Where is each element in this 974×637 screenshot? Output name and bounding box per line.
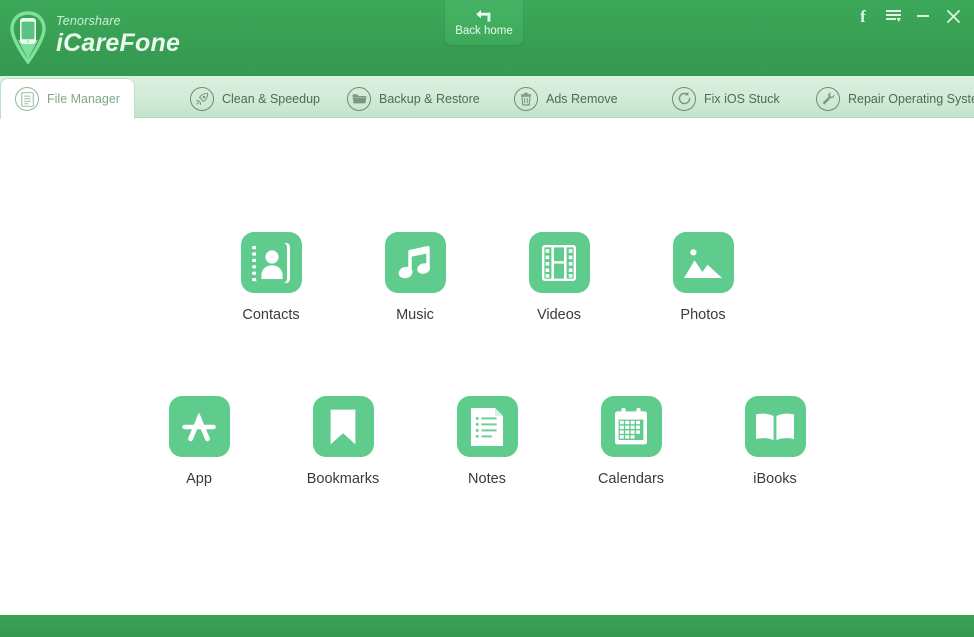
brand-name: iCareFone	[56, 29, 180, 58]
trash-icon	[514, 87, 538, 111]
category-app[interactable]: App	[169, 396, 230, 488]
tab-label: File Manager	[47, 92, 120, 106]
open-book-icon	[745, 396, 806, 457]
title-bar: Tenorshare iCareFone Back home f	[0, 0, 974, 76]
back-arrow-icon	[474, 7, 494, 24]
category-label: Music	[396, 307, 434, 324]
brand-text: Tenorshare iCareFone	[56, 14, 180, 60]
tab-label: Ads Remove	[546, 92, 618, 106]
close-button[interactable]	[938, 3, 968, 29]
tab-label: Fix iOS Stuck	[704, 92, 780, 106]
app-store-icon	[169, 396, 230, 457]
category-label: Contacts	[242, 307, 299, 324]
back-home-label: Back home	[455, 25, 513, 38]
tab-fix-ios-stuck[interactable]: Fix iOS Stuck	[658, 79, 794, 118]
back-home-button[interactable]: Back home	[445, 0, 523, 45]
music-note-icon	[385, 232, 446, 293]
brand-logo: Tenorshare iCareFone	[8, 10, 180, 64]
category-calendars[interactable]: Calendars	[601, 396, 662, 488]
tab-ads-remove[interactable]: Ads Remove	[500, 79, 632, 118]
category-videos[interactable]: Videos	[529, 232, 590, 324]
tab-backup-restore[interactable]: Backup & Restore	[333, 79, 494, 118]
hamburger-menu-icon	[886, 9, 901, 23]
facebook-icon: f	[860, 8, 866, 25]
category-label: Calendars	[598, 471, 664, 488]
brand-subtitle: Tenorshare	[56, 14, 180, 29]
category-contacts[interactable]: Contacts	[241, 232, 302, 324]
category-label: Photos	[680, 307, 725, 324]
category-bookmarks[interactable]: Bookmarks	[313, 396, 374, 488]
category-row-1: Contacts Music	[0, 232, 974, 324]
tab-label: Clean & Speedup	[222, 92, 320, 106]
tab-clean-speedup[interactable]: Clean & Speedup	[176, 79, 334, 118]
menu-button[interactable]	[878, 3, 908, 29]
file-manager-content: Contacts Music	[0, 118, 974, 615]
minimize-icon	[917, 15, 929, 17]
category-label: iBooks	[753, 471, 797, 488]
minimize-button[interactable]	[908, 3, 938, 29]
contacts-icon	[241, 232, 302, 293]
category-label: App	[186, 471, 212, 488]
category-notes[interactable]: Notes	[457, 396, 518, 488]
tab-file-manager[interactable]: File Manager	[0, 78, 135, 119]
category-label: Bookmarks	[307, 471, 380, 488]
phone-pin-logo-icon	[8, 10, 48, 64]
category-ibooks[interactable]: iBooks	[745, 396, 806, 488]
document-list-icon	[15, 87, 39, 111]
category-photos[interactable]: Photos	[673, 232, 734, 324]
bookmark-icon	[313, 396, 374, 457]
rocket-icon	[190, 87, 214, 111]
window-controls: f	[848, 3, 968, 29]
category-label: Videos	[537, 307, 581, 324]
category-label: Notes	[468, 471, 506, 488]
tab-repair-operating-system[interactable]: Repair Operating System	[802, 79, 974, 118]
tab-label: Backup & Restore	[379, 92, 480, 106]
folder-icon	[347, 87, 371, 111]
facebook-button[interactable]: f	[848, 3, 878, 29]
calendar-icon	[601, 396, 662, 457]
close-icon	[947, 10, 960, 23]
icarefone-window: Tenorshare iCareFone Back home f	[0, 0, 974, 637]
status-bar	[0, 615, 974, 637]
category-row-2: App Bookmarks	[0, 396, 974, 488]
main-tab-bar: File Manager Clean & Speedup	[0, 76, 974, 118]
category-music[interactable]: Music	[385, 232, 446, 324]
refresh-icon	[672, 87, 696, 111]
notes-list-icon	[457, 396, 518, 457]
photo-mountain-icon	[673, 232, 734, 293]
tab-label: Repair Operating System	[848, 92, 974, 106]
wrench-icon	[816, 87, 840, 111]
film-strip-icon	[529, 232, 590, 293]
